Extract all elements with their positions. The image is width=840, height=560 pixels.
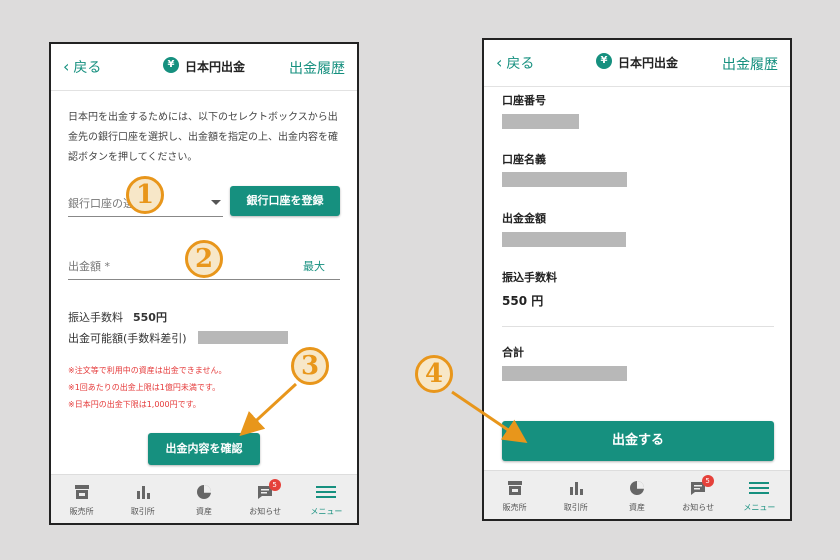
phone-screen-input: ‹ 戻る ¥ 日本円出金 出金履歴 日本円を出金するためには、以下のセレクトボック… <box>49 42 359 525</box>
chevron-left-icon: ‹ <box>496 53 503 72</box>
back-label: 戻る <box>73 60 102 76</box>
bar-chart-icon <box>136 486 150 499</box>
tab-assets[interactable]: 資産 <box>173 475 234 523</box>
bottom-tab-bar: 販売所 取引所 資産 5 お知らせ メニュー <box>484 470 790 519</box>
redacted-account-number <box>502 114 579 129</box>
bar-chart-icon <box>569 482 583 495</box>
back-label: 戻る <box>506 56 535 72</box>
transfer-fee-value: 550 円 <box>502 294 544 308</box>
hamburger-menu-icon <box>316 486 337 498</box>
fee-value: 550円 <box>133 311 167 324</box>
account-number-label: 口座番号 <box>502 94 546 107</box>
back-button[interactable]: ‹ 戻る <box>63 57 101 77</box>
total-label: 合計 <box>502 346 524 359</box>
back-button[interactable]: ‹ 戻る <box>496 53 534 73</box>
tab-label: 取引所 <box>563 503 588 512</box>
tab-label: 資産 <box>629 503 645 512</box>
tab-notifications[interactable]: 5 お知らせ <box>668 471 729 519</box>
tab-label: メニュー <box>743 503 776 512</box>
tab-menu[interactable]: メニュー <box>296 475 357 523</box>
account-name-label: 口座名義 <box>502 153 546 166</box>
tab-notifications[interactable]: 5 お知らせ <box>235 475 296 523</box>
tab-label: お知らせ <box>249 507 282 516</box>
tab-label: 販売所 <box>502 503 527 512</box>
tab-exchange[interactable]: 取引所 <box>112 475 173 523</box>
warning-note: ※日本円の出金下限は1,000円です。 <box>68 400 201 409</box>
store-icon <box>74 485 89 499</box>
yen-icon: ¥ <box>596 53 612 69</box>
redacted-account-name <box>502 172 627 187</box>
withdraw-amount-label: 出金金額 <box>502 212 546 225</box>
pie-chart-icon <box>630 481 644 495</box>
redacted-total <box>502 366 627 381</box>
tab-menu[interactable]: メニュー <box>729 471 790 519</box>
withdrawal-history-link[interactable]: 出金履歴 <box>289 58 345 78</box>
confirm-withdrawal-button[interactable]: 出金内容を確認 <box>148 433 260 465</box>
warning-note: ※1回あたりの出金上限は1億円未満です。 <box>68 383 221 392</box>
tab-label: 取引所 <box>130 507 155 516</box>
warning-note: ※注文等で利用中の資産は出金できません。 <box>68 366 227 375</box>
phone-screen-confirm: ‹ 戻る ¥ 日本円出金 出金履歴 口座番号 口座名義 出金金額 振込手数料 55… <box>482 38 792 521</box>
fee-label: 振込手数料 <box>68 311 123 324</box>
tab-assets[interactable]: 資産 <box>606 471 667 519</box>
app-header: ‹ 戻る ¥ 日本円出金 出金履歴 <box>484 40 790 87</box>
notification-badge: 5 <box>268 479 281 491</box>
amount-underline <box>68 279 340 280</box>
execute-withdrawal-button[interactable]: 出金する <box>502 421 774 461</box>
tab-label: メニュー <box>310 507 343 516</box>
available-amount-label: 出金可能額(手数料差引) <box>68 332 187 345</box>
notification-badge: 5 <box>701 475 714 487</box>
page-title: 日本円出金 <box>618 56 679 70</box>
fee-row: 振込手数料 550円 <box>68 309 167 325</box>
redacted-available-amount <box>198 331 288 344</box>
step-marker-1: 1 <box>126 176 164 214</box>
available-amount-row: 出金可能額(手数料差引) <box>68 330 187 346</box>
pie-chart-icon <box>197 485 211 499</box>
yen-icon: ¥ <box>163 57 179 73</box>
store-icon <box>507 481 522 495</box>
step-marker-3: 3 <box>291 347 329 385</box>
warning-notes: ※注文等で利用中の資産は出金できません。 ※1回あたりの出金上限は1億円未満です… <box>68 362 226 413</box>
page-title: 日本円出金 <box>185 60 246 74</box>
app-header: ‹ 戻る ¥ 日本円出金 出金履歴 <box>51 44 357 91</box>
step-marker-4: 4 <box>415 355 453 393</box>
tab-store[interactable]: 販売所 <box>51 475 112 523</box>
step-marker-2: 2 <box>185 240 223 278</box>
select-underline <box>68 216 223 217</box>
register-bank-account-button[interactable]: 銀行口座を登録 <box>230 186 340 216</box>
chevron-left-icon: ‹ <box>63 57 70 76</box>
amount-placeholder: 出金額 * <box>68 260 110 273</box>
tab-label: 資産 <box>196 507 212 516</box>
tab-label: お知らせ <box>682 503 715 512</box>
tab-store[interactable]: 販売所 <box>484 471 545 519</box>
dropdown-arrow-icon <box>211 200 221 205</box>
hamburger-menu-icon <box>749 482 770 494</box>
withdrawal-history-link[interactable]: 出金履歴 <box>722 54 778 74</box>
max-amount-button[interactable]: 最大 <box>303 258 325 274</box>
transfer-fee-label: 振込手数料 <box>502 271 557 284</box>
instructions-text: 日本円を出金するためには、以下のセレクトボックスから出金先の銀行口座を選択し、出… <box>68 112 338 163</box>
redacted-withdraw-amount <box>502 232 626 247</box>
tab-label: 販売所 <box>69 507 94 516</box>
divider <box>502 326 774 327</box>
tab-exchange[interactable]: 取引所 <box>545 471 606 519</box>
bottom-tab-bar: 販売所 取引所 資産 5 お知らせ メニュー <box>51 474 357 523</box>
